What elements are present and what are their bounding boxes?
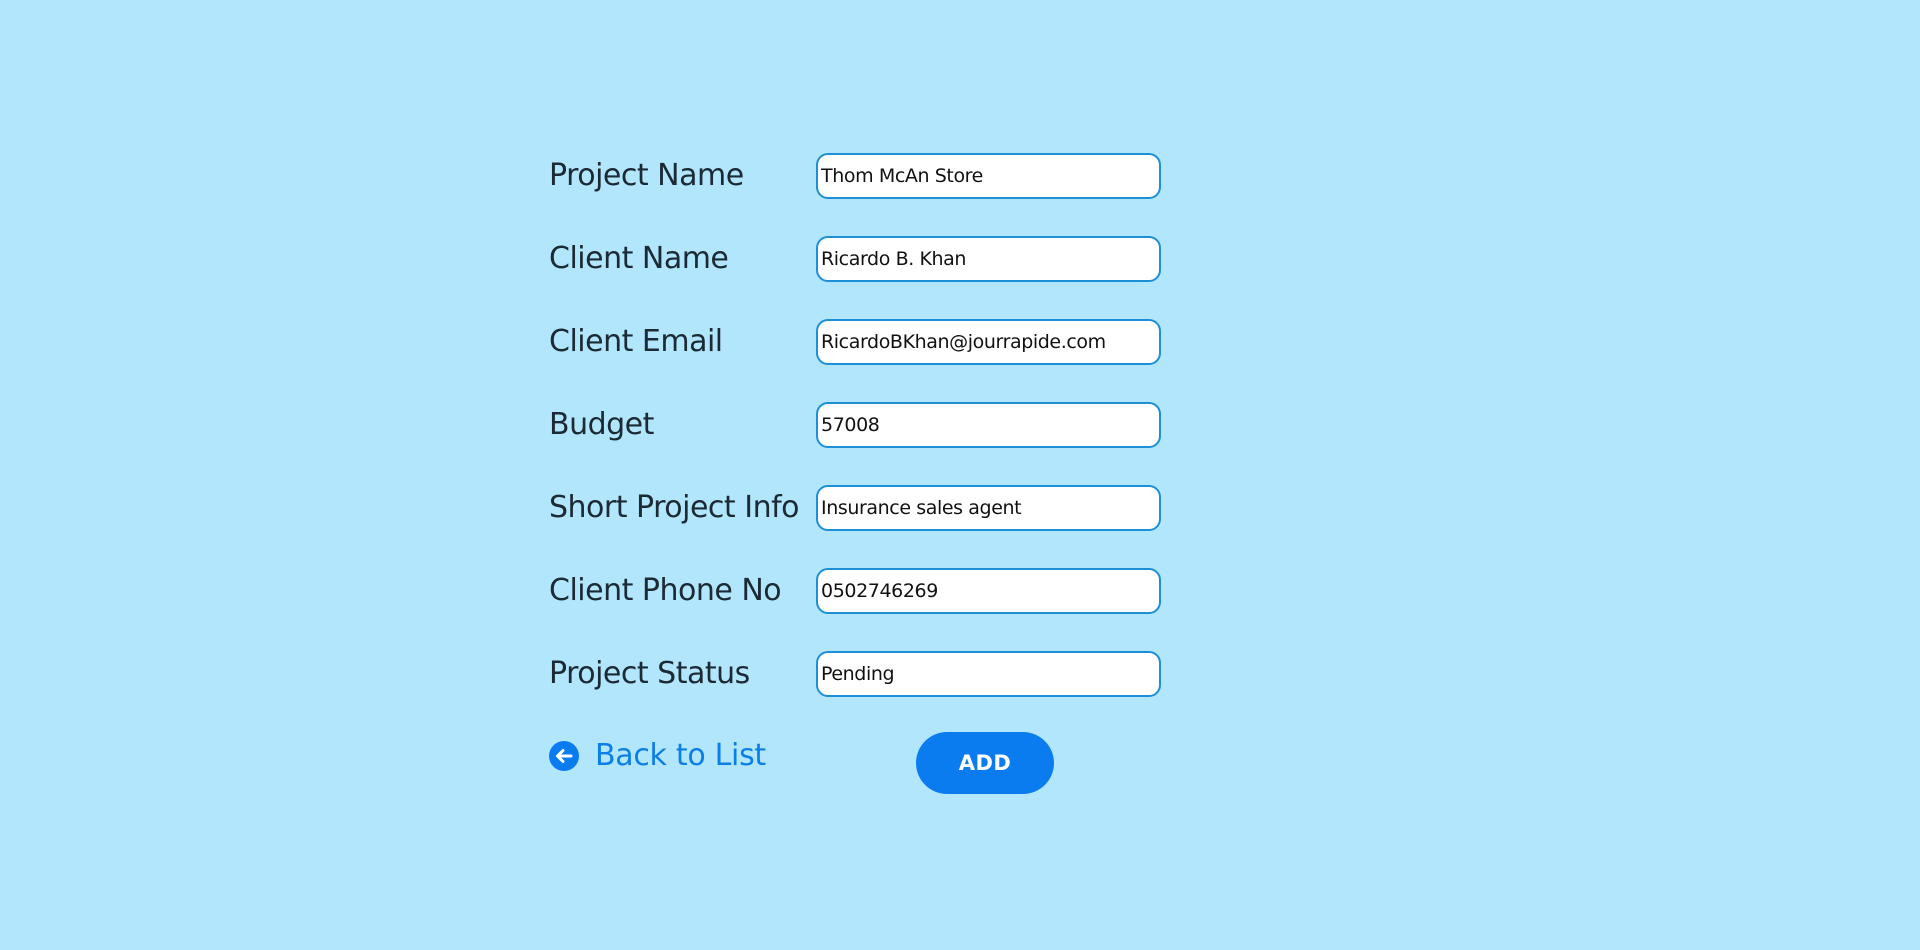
project-name-label: Project Name: [549, 158, 744, 193]
page: Project Name Client Name Client Email Bu…: [0, 0, 1920, 950]
client-name-label: Client Name: [549, 241, 729, 276]
project-name-row: Project Name: [549, 153, 1169, 236]
client-phone-input[interactable]: [816, 568, 1161, 614]
short-project-info-row: Short Project Info: [549, 485, 1169, 568]
arrow-left-circle-icon: [549, 741, 579, 771]
client-email-input[interactable]: [816, 319, 1161, 365]
project-status-input[interactable]: [816, 651, 1161, 697]
project-status-label: Project Status: [549, 656, 750, 691]
back-to-list-label: Back to List: [595, 738, 766, 773]
budget-row: Budget: [549, 402, 1169, 485]
form-actions: Back to List ADD: [549, 732, 1169, 802]
client-phone-row: Client Phone No: [549, 568, 1169, 651]
project-status-row: Project Status: [549, 651, 1169, 734]
client-name-row: Client Name: [549, 236, 1169, 319]
short-project-info-label: Short Project Info: [549, 490, 800, 525]
budget-label: Budget: [549, 407, 654, 442]
short-project-info-input[interactable]: [816, 485, 1161, 531]
client-email-row: Client Email: [549, 319, 1169, 402]
back-to-list-link[interactable]: Back to List: [549, 738, 766, 774]
budget-input[interactable]: [816, 402, 1161, 448]
project-form: Project Name Client Name Client Email Bu…: [549, 153, 1169, 734]
project-name-input[interactable]: [816, 153, 1161, 199]
client-phone-label: Client Phone No: [549, 573, 782, 608]
add-button[interactable]: ADD: [916, 732, 1054, 794]
client-email-label: Client Email: [549, 324, 723, 359]
client-name-input[interactable]: [816, 236, 1161, 282]
